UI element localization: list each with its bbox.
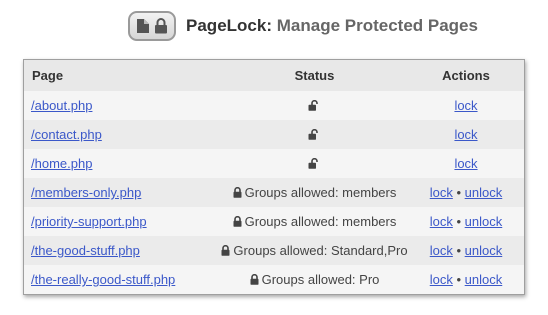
pagelock-logo — [128, 11, 177, 41]
action-separator: • — [456, 185, 462, 200]
locked-padlock-icon — [250, 273, 259, 288]
lock-link[interactable]: lock — [454, 127, 477, 142]
status-cell — [221, 120, 408, 149]
status-cell: Groups allowed: Pro — [221, 265, 408, 294]
actions-cell: lock — [408, 120, 524, 149]
protected-pages-table: Page Status Actions /about.php lock/conta… — [24, 60, 524, 294]
status-text: Groups allowed: Standard,Pro — [233, 242, 408, 258]
actions-cell: lock — [408, 91, 524, 120]
page-link[interactable]: /about.php — [31, 98, 92, 113]
table-row: /priority-support.php Groups allowed: mem… — [24, 207, 524, 236]
lock-link[interactable]: lock — [454, 98, 477, 113]
lock-link[interactable]: lock — [430, 185, 453, 200]
actions-cell: lock • unlock — [408, 265, 524, 294]
actions-cell: lock • unlock — [408, 178, 524, 207]
page-cell: /priority-support.php — [24, 207, 221, 236]
table-row: /about.php lock — [24, 91, 524, 120]
table-row: /the-good-stuff.php Groups allowed: Stand… — [24, 236, 524, 265]
column-header-page: Page — [32, 68, 64, 83]
page-cell: /the-really-good-stuff.php — [24, 265, 221, 294]
page-cell: /contact.php — [24, 120, 221, 149]
page-link[interactable]: /contact.php — [31, 127, 102, 142]
unlock-link[interactable]: unlock — [465, 185, 503, 200]
status-cell: Groups allowed: members — [221, 207, 408, 236]
column-header-actions: Actions — [442, 68, 490, 83]
page-subtitle: Manage Protected Pages — [276, 16, 478, 35]
status-text: Groups allowed: Pro — [261, 271, 380, 287]
column-header-status: Status — [294, 68, 335, 83]
action-separator: • — [456, 243, 462, 258]
actions-cell: lock • unlock — [408, 207, 524, 236]
status-cell: Groups allowed: Standard,Pro — [221, 236, 408, 265]
page-header: PageLock: Manage Protected Pages — [0, 8, 548, 44]
lock-link[interactable]: lock — [430, 243, 453, 258]
locked-padlock-icon — [233, 186, 242, 201]
page-cell: /the-good-stuff.php — [24, 236, 221, 265]
table-row: /the-really-good-stuff.php Groups allowed… — [24, 265, 524, 294]
unlock-link[interactable]: unlock — [465, 272, 503, 287]
lock-link[interactable]: lock — [430, 214, 453, 229]
page-cell: /home.php — [24, 149, 221, 178]
document-icon — [136, 18, 150, 34]
page-link[interactable]: /the-really-good-stuff.php — [31, 272, 175, 287]
brand-name: PageLock: — [186, 16, 272, 35]
unlocked-padlock-icon — [308, 157, 318, 172]
status-text: Groups allowed: members — [244, 184, 397, 200]
page-cell: /about.php — [24, 91, 221, 120]
padlock-icon — [154, 18, 168, 34]
locked-padlock-icon — [233, 215, 242, 230]
table-row: /contact.php lock — [24, 120, 524, 149]
unlock-link[interactable]: unlock — [465, 214, 503, 229]
action-separator: • — [456, 214, 462, 229]
page-cell: /members-only.php — [24, 178, 221, 207]
page-link[interactable]: /members-only.php — [31, 185, 141, 200]
unlocked-padlock-icon — [308, 128, 318, 143]
action-separator: • — [456, 272, 462, 287]
page-title: PageLock: Manage Protected Pages — [186, 16, 478, 36]
page-link[interactable]: /priority-support.php — [31, 214, 147, 229]
locked-padlock-icon — [221, 244, 230, 259]
unlock-link[interactable]: unlock — [465, 243, 503, 258]
status-text: Groups allowed: members — [244, 213, 397, 229]
status-cell — [221, 91, 408, 120]
status-cell — [221, 149, 408, 178]
unlocked-padlock-icon — [308, 99, 318, 114]
table-body: /about.php lock/contact.php lock/home.php l… — [24, 91, 524, 294]
protected-pages-panel: Page Status Actions /about.php lock/conta… — [23, 59, 525, 295]
lock-link[interactable]: lock — [430, 272, 453, 287]
page-link[interactable]: /the-good-stuff.php — [31, 243, 140, 258]
actions-cell: lock • unlock — [408, 236, 524, 265]
actions-cell: lock — [408, 149, 524, 178]
page-link[interactable]: /home.php — [31, 156, 92, 171]
lock-link[interactable]: lock — [454, 156, 477, 171]
table-header-row: Page Status Actions — [24, 60, 524, 91]
status-cell: Groups allowed: members — [221, 178, 408, 207]
table-row: /members-only.php Groups allowed: members… — [24, 178, 524, 207]
table-row: /home.php lock — [24, 149, 524, 178]
